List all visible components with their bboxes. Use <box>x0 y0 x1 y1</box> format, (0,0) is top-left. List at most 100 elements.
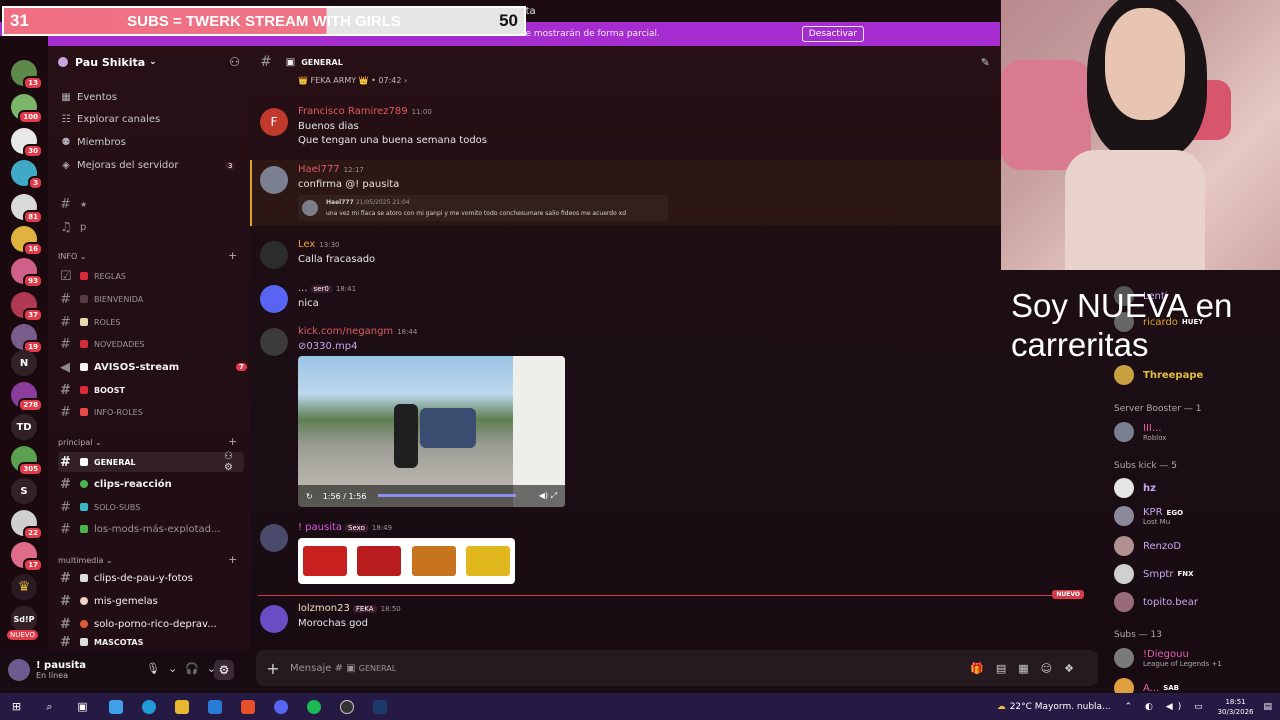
discord-logo-icon[interactable] <box>260 285 288 313</box>
add-channel-icon[interactable]: + <box>228 249 237 262</box>
obs-icon[interactable] <box>330 693 363 720</box>
sticker-attachments[interactable] <box>298 538 515 584</box>
channel-solo-porno[interactable]: # solo-porno-rico-deprav... <box>58 614 244 634</box>
channel-reglas[interactable]: ☑ REGLAS <box>58 266 244 286</box>
guild-icon[interactable]: TD <box>11 414 37 440</box>
guild-icon[interactable]: S <box>11 478 37 504</box>
guild-icon[interactable]: 13 <box>11 60 43 90</box>
avatar[interactable] <box>260 166 288 194</box>
tray-icons[interactable]: ⌃ ◐ ◀) ▭ <box>1125 702 1208 712</box>
channel-star[interactable]: # ★ <box>58 194 244 214</box>
avatar[interactable] <box>260 241 288 269</box>
replay-icon[interactable]: ↻ <box>306 492 313 501</box>
channel-roles[interactable]: # ROLES <box>58 312 244 332</box>
guild-icon[interactable]: 100 <box>11 94 43 124</box>
sidebar-item-members[interactable]: ⚉ Miembros <box>60 137 126 148</box>
invite-icon[interactable]: ⚇ <box>229 55 240 69</box>
channel-avisos-stream[interactable]: ◀ AVISOS-stream 7 <box>58 357 247 377</box>
guild-icon[interactable]: 30 <box>11 128 43 158</box>
category-info[interactable]: INFO ⌄ + <box>58 249 237 262</box>
server-header[interactable]: Pau Shikita ⌄ ⚇ <box>48 46 250 78</box>
search-icon[interactable]: ⌕ <box>33 693 66 720</box>
folder-icon[interactable] <box>165 693 198 720</box>
sidebar-item-browse-channels[interactable]: ☷ Explorar canales <box>60 114 161 125</box>
sidebar-item-server-boosts[interactable]: ◈ Mejoras del servidor 3 <box>60 160 236 171</box>
message-author[interactable]: Lex 13:30 <box>298 239 339 250</box>
guild-icon[interactable]: 93 <box>11 258 43 288</box>
guild-icon[interactable]: 81 <box>11 194 43 224</box>
pin-icon[interactable]: ✎ <box>981 56 990 69</box>
channel-mascotas[interactable]: # MASCOTAS <box>58 636 244 648</box>
weather-text[interactable]: 22°C Mayorm. nubla... <box>1010 702 1111 712</box>
guild-icon[interactable]: N <box>11 350 37 376</box>
gear-icon[interactable]: ⚙ <box>214 660 234 680</box>
disable-streamer-mode-button[interactable]: Desactivar <box>801 26 864 42</box>
guild-icon[interactable]: 22 <box>11 510 43 540</box>
attachment-link[interactable]: 0330.mp4 <box>306 341 357 352</box>
copilot-icon[interactable] <box>99 693 132 720</box>
message-author[interactable]: Hael777 12:17 <box>298 164 364 175</box>
windows-start-icon[interactable]: ⊞ <box>0 693 33 720</box>
avatar[interactable] <box>260 524 288 552</box>
guild-icon[interactable]: 278 <box>11 382 43 412</box>
guild-icon[interactable]: 19 <box>11 324 43 354</box>
avatar[interactable] <box>260 328 288 356</box>
member-item[interactable]: topito.bear <box>1114 592 1198 612</box>
channel-clips-reaccion[interactable]: # clips-reacción <box>58 474 244 494</box>
add-channel-icon[interactable]: + <box>228 553 237 566</box>
message-author[interactable]: ... ser0 18:41 <box>298 283 356 294</box>
message-input[interactable]: Mensaje # ▣ GENERAL <box>290 663 396 674</box>
member-item[interactable]: Threepape <box>1114 365 1203 385</box>
guild-icon[interactable]: 37 <box>11 292 43 322</box>
add-attachment-icon[interactable]: + <box>256 659 290 678</box>
member-item[interactable]: III... Roblox <box>1114 422 1166 442</box>
add-channel-icon[interactable]: + <box>228 435 237 448</box>
discord-icon[interactable] <box>264 693 297 720</box>
video-progress-bar[interactable] <box>378 494 516 497</box>
mic-headset-controls[interactable]: 🎙⌄🎧⌄ <box>146 662 224 675</box>
channel-general[interactable]: # GENERAL ⚇ ⚙ <box>58 451 244 473</box>
video-player[interactable]: ↻ 1:56 / 1:56 ◀) ⤢ <box>298 356 565 507</box>
member-item[interactable]: !Diegouu League of Legends +1 <box>1114 648 1222 668</box>
guild-icon[interactable]: Sd!P <box>11 606 37 632</box>
clock[interactable]: 18:51 30/3/2026 <box>1218 697 1254 717</box>
edge-icon[interactable] <box>132 693 165 720</box>
channel-mods[interactable]: # los-mods-más-explotad... <box>58 519 244 539</box>
message-embed[interactable]: Hael777 21/05/2025 21:04 una vez mi flac… <box>298 195 668 221</box>
volume-icon[interactable]: ◀) ⤢ <box>539 491 557 501</box>
steam-icon[interactable] <box>363 693 396 720</box>
channel-settings-icon[interactable]: ⚇ ⚙ <box>224 451 244 473</box>
member-item[interactable]: Smptr FNX <box>1114 564 1194 584</box>
avatar[interactable] <box>260 605 288 633</box>
channel-mis-gemelas[interactable]: # mis-gemelas <box>58 591 244 611</box>
member-item[interactable]: RenzoD <box>1114 536 1181 556</box>
spotify-icon[interactable] <box>297 693 330 720</box>
notification-icon[interactable]: ▤ <box>1263 702 1272 712</box>
sidebar-item-events[interactable]: ▦ Eventos <box>60 92 117 103</box>
guild-icon[interactable]: 16 <box>11 226 43 256</box>
message-composer[interactable]: + Mensaje # ▣ GENERAL 🎁▤▦☺❖ <box>256 650 1098 686</box>
category-principal[interactable]: principal ⌄ + <box>58 435 237 448</box>
reply-context[interactable]: 👑 FEKA ARMY 👑 • 07:42 › <box>298 76 407 85</box>
guild-icon[interactable]: 305 <box>11 446 43 476</box>
guild-icon[interactable]: 3 <box>11 160 43 190</box>
message-author[interactable]: ! pausita Sexo 18:49 <box>298 522 392 533</box>
channel-boost[interactable]: # BOOST <box>58 380 244 400</box>
message-author[interactable]: Francisco Ramirez789 11:00 <box>298 106 432 117</box>
channel-info-roles[interactable]: # INFO-ROLES <box>58 402 244 422</box>
channel-clips-fotos[interactable]: # clips-de-pau-y-fotos <box>58 568 244 588</box>
channel-solo-subs[interactable]: # SOLO-SUBS <box>58 497 244 517</box>
brave-icon[interactable] <box>231 693 264 720</box>
member-item[interactable]: hz <box>1114 478 1156 498</box>
category-multimedia[interactable]: multimedia ⌄ + <box>58 553 237 566</box>
store-icon[interactable] <box>198 693 231 720</box>
channel-novedades[interactable]: # NOVEDADES <box>58 334 244 354</box>
channel-voice-p[interactable]: ♫ p <box>58 217 244 237</box>
composer-icons[interactable]: 🎁▤▦☺❖ <box>970 662 1086 675</box>
avatar[interactable] <box>8 659 30 681</box>
member-item[interactable]: KPR EGO Lost Mu <box>1114 506 1183 526</box>
channel-bienvenida[interactable]: # BIENVENIDA <box>58 289 244 309</box>
message-author[interactable]: kick.com/negangm 18:44 <box>298 326 417 337</box>
crown-icon[interactable]: ♛ <box>11 574 37 600</box>
task-view-icon[interactable]: ▣ <box>66 693 99 720</box>
